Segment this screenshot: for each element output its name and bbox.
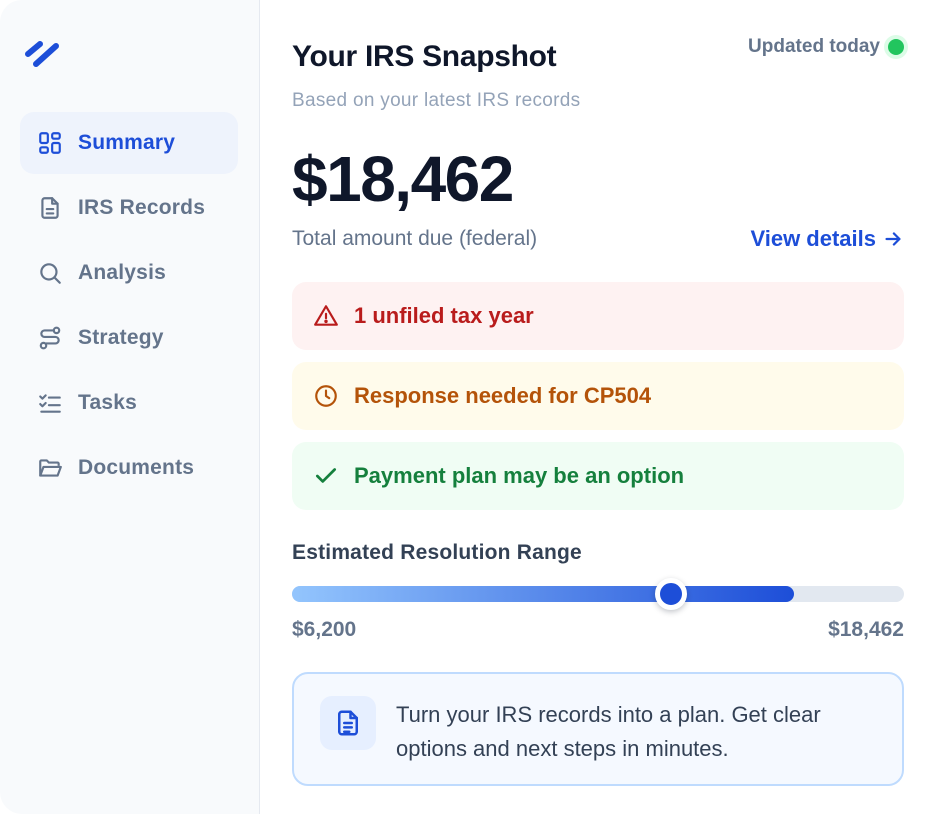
page-title: Your IRS Snapshot (292, 40, 557, 73)
sidebar-nav: Summary IRS Records Analysis Strategy Ta… (20, 112, 238, 502)
range-max-label: $18,462 (828, 618, 904, 641)
document-icon (36, 194, 64, 222)
update-status: Updated today (748, 36, 904, 58)
checklist-icon (36, 389, 64, 417)
snapshot-card: Summary IRS Records Analysis Strategy Ta… (0, 0, 936, 814)
check-icon (312, 462, 340, 490)
alert-response-needed: Response needed for CP504 (292, 362, 904, 430)
page-subtitle: Based on your latest IRS records (292, 90, 581, 111)
main-content: Your IRS Snapshot Based on your latest I… (292, 0, 904, 814)
view-details-label: View details (750, 226, 876, 251)
route-icon (36, 324, 64, 352)
sidebar-item-analysis[interactable]: Analysis (20, 242, 238, 304)
folder-open-icon (36, 454, 64, 482)
sidebar-item-label: Strategy (78, 326, 164, 349)
sidebar-item-label: Summary (78, 131, 176, 154)
document-lines-icon (320, 696, 376, 750)
alert-unfiled-year: 1 unfiled tax year (292, 282, 904, 350)
sidebar-item-strategy[interactable]: Strategy (20, 307, 238, 369)
range-fill (292, 586, 794, 602)
sidebar-item-summary[interactable]: Summary (20, 112, 238, 174)
arrow-right-icon (885, 232, 901, 246)
range-title: Estimated Resolution Range (292, 541, 582, 564)
sidebar-item-irs-records[interactable]: IRS Records (20, 177, 238, 239)
range-slider-thumb[interactable] (655, 578, 688, 610)
view-details-link[interactable]: View details (750, 226, 904, 252)
promo-text: Turn your IRS records into a plan. Get c… (396, 702, 821, 761)
sidebar-item-tasks[interactable]: Tasks (20, 372, 238, 434)
brand-logo-icon[interactable] (24, 38, 64, 68)
plan-promo-card[interactable]: Turn your IRS records into a plan. Get c… (292, 672, 904, 786)
dashboard-grid-icon (36, 129, 64, 157)
sidebar-item-label: Analysis (78, 261, 166, 284)
sidebar-item-documents[interactable]: Documents (20, 437, 238, 499)
total-amount-label: Total amount due (federal) (292, 227, 538, 250)
search-icon (36, 259, 64, 287)
total-amount: $18,462 (292, 143, 514, 215)
range-min-label: $6,200 (292, 618, 357, 641)
alert-text: 1 unfiled tax year (354, 303, 534, 328)
sidebar: Summary IRS Records Analysis Strategy Ta… (0, 0, 260, 814)
status-dot-icon (888, 39, 904, 55)
alert-payment-plan: Payment plan may be an option (292, 442, 904, 510)
clock-icon (312, 382, 340, 410)
alert-text: Payment plan may be an option (354, 463, 685, 488)
alert-text: Response needed for CP504 (354, 383, 652, 408)
sidebar-item-label: Tasks (78, 391, 137, 414)
resolution-range-slider[interactable] (292, 578, 904, 610)
sidebar-item-label: IRS Records (78, 196, 206, 219)
sidebar-item-label: Documents (78, 456, 195, 479)
warning-triangle-icon (312, 302, 340, 330)
update-status-text: Updated today (748, 36, 880, 57)
